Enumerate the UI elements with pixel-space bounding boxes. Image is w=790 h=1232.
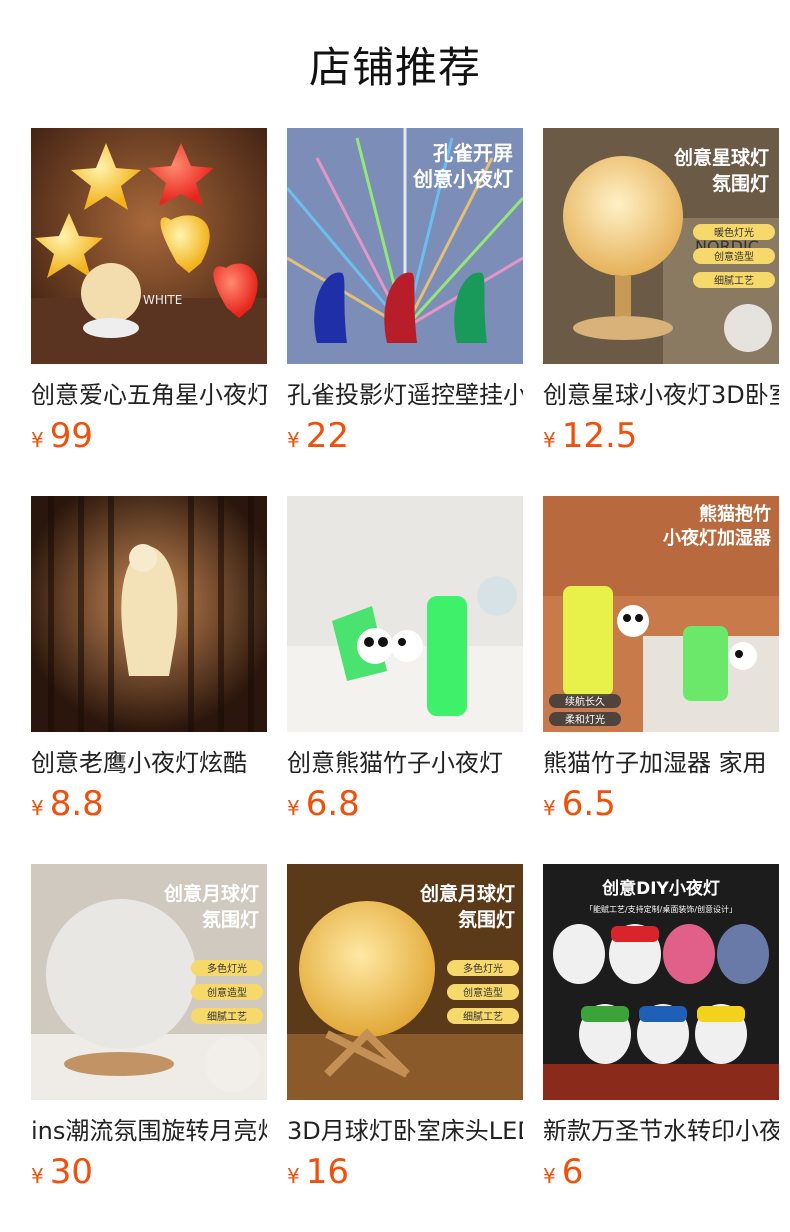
feature-tags: 暖色灯光 创意造型 细腻工艺: [693, 224, 775, 288]
product-name[interactable]: 熊猫竹子加湿器 家用: [543, 746, 779, 780]
product-price: ¥22: [287, 416, 523, 462]
product-image[interactable]: 创意星球灯 氛围灯 NORDIC 暖色灯光 创意造型 细腻工艺: [543, 128, 779, 364]
feature-tag: 细腻工艺: [463, 1010, 503, 1023]
product-price: ¥6: [543, 1152, 779, 1198]
product-price: ¥30: [31, 1152, 267, 1198]
currency-symbol: ¥: [31, 428, 44, 452]
product-grid: WHITE 创意爱心五角星小夜灯 ¥99 孔雀开屏 创意小夜灯 孔雀投影灯遥控壁…: [31, 128, 779, 1232]
feature-tag: 创意造型: [207, 986, 247, 999]
product-image[interactable]: 创意DIY小夜灯 「能赋工艺/支持定制/桌面装饰/创意设计」: [543, 864, 779, 1100]
feature-tag: 多色灯光: [207, 962, 247, 975]
product-card[interactable]: 创意星球灯 氛围灯 NORDIC 暖色灯光 创意造型 细腻工艺 创意星球小夜灯3…: [543, 128, 779, 496]
product-image[interactable]: 孔雀开屏 创意小夜灯: [287, 128, 523, 364]
price-value: 22: [305, 416, 349, 456]
image-headline: 创意月球灯: [419, 882, 515, 905]
price-value: 16: [305, 1152, 349, 1192]
product-card[interactable]: 创意月球灯 氛围灯 多色灯光 创意造型 细腻工艺 ins潮流氛围旋转月亮灯 ¥3…: [31, 864, 267, 1232]
product-price: ¥99: [31, 416, 267, 462]
feature-tags: 多色灯光 创意造型 细腻工艺: [191, 960, 263, 1024]
product-card[interactable]: 创意老鹰小夜灯炫酷 ¥8.8: [31, 496, 267, 864]
product-image[interactable]: WHITE: [31, 128, 267, 364]
price-value: 30: [49, 1152, 93, 1192]
image-subheadline: 小夜灯加湿器: [663, 527, 772, 549]
product-image[interactable]: [31, 496, 267, 732]
image-headline: 创意月球灯: [163, 882, 259, 905]
price-value: 99: [49, 416, 93, 456]
product-card[interactable]: WHITE 创意爱心五角星小夜灯 ¥99: [31, 128, 267, 496]
feature-tag: 创意造型: [714, 250, 754, 263]
currency-symbol: ¥: [287, 796, 300, 820]
product-price: ¥8.8: [31, 784, 267, 830]
feature-tag: 细腻工艺: [714, 274, 754, 287]
currency-symbol: ¥: [543, 428, 556, 452]
feature-tag: 柔和灯光: [565, 713, 605, 726]
packaging-text: WHITE: [143, 293, 182, 307]
image-subheadline: 氛围灯: [202, 908, 259, 931]
image-subheadline: 创意小夜灯: [412, 167, 513, 191]
product-name[interactable]: 孔雀投影灯遥控壁挂小夜灯: [287, 378, 523, 412]
product-image[interactable]: 熊猫抱竹 小夜灯加湿器 续航长久 柔和灯光: [543, 496, 779, 732]
product-price: ¥16: [287, 1152, 523, 1198]
currency-symbol: ¥: [287, 1164, 300, 1188]
currency-symbol: ¥: [31, 796, 44, 820]
product-name[interactable]: 创意老鹰小夜灯炫酷: [31, 746, 267, 780]
image-headline: 创意DIY小夜灯: [601, 878, 720, 899]
feature-tags: 多色灯光 创意造型 细腻工艺: [447, 960, 519, 1024]
product-card[interactable]: 熊猫抱竹 小夜灯加湿器 续航长久 柔和灯光 熊猫竹子加湿器 家用 ¥6.5: [543, 496, 779, 864]
product-card[interactable]: 孔雀开屏 创意小夜灯 孔雀投影灯遥控壁挂小夜灯 ¥22: [287, 128, 523, 496]
currency-symbol: ¥: [287, 428, 300, 452]
product-image[interactable]: 创意月球灯 氛围灯 多色灯光 创意造型 细腻工艺: [31, 864, 267, 1100]
feature-tag: 创意造型: [463, 986, 503, 999]
product-name[interactable]: 新款万圣节水转印小夜灯: [543, 1114, 779, 1148]
product-name[interactable]: 创意星球小夜灯3D卧室: [543, 378, 779, 412]
product-image[interactable]: [287, 496, 523, 732]
section-title: 店铺推荐: [308, 43, 481, 92]
price-value: 8.8: [49, 784, 104, 824]
product-image[interactable]: 创意月球灯 氛围灯 多色灯光 创意造型 细腻工艺: [287, 864, 523, 1100]
product-name[interactable]: ins潮流氛围旋转月亮灯: [31, 1114, 267, 1148]
product-price: ¥6.5: [543, 784, 779, 830]
product-name[interactable]: 创意爱心五角星小夜灯: [31, 378, 267, 412]
price-value: 6.8: [305, 784, 360, 824]
price-value: 6.5: [561, 784, 616, 824]
currency-symbol: ¥: [31, 1164, 44, 1188]
image-subheadline: 氛围灯: [712, 172, 769, 195]
image-headline: 孔雀开屏: [433, 141, 513, 165]
product-card[interactable]: 创意熊猫竹子小夜灯 ¥6.8: [287, 496, 523, 864]
product-name[interactable]: 创意熊猫竹子小夜灯: [287, 746, 523, 780]
feature-tag: 续航长久: [565, 695, 605, 708]
image-headline: 熊猫抱竹: [699, 503, 771, 525]
feature-tag: 细腻工艺: [207, 1010, 247, 1023]
product-price: ¥6.8: [287, 784, 523, 830]
currency-symbol: ¥: [543, 796, 556, 820]
image-subheadline: 氛围灯: [458, 908, 515, 931]
price-value: 12.5: [561, 416, 638, 456]
feature-tag: 多色灯光: [463, 962, 503, 975]
image-subheadline: 「能赋工艺/支持定制/桌面装饰/创意设计」: [585, 904, 737, 914]
currency-symbol: ¥: [543, 1164, 556, 1188]
product-card[interactable]: 创意DIY小夜灯 「能赋工艺/支持定制/桌面装饰/创意设计」 新款万圣节水转印小…: [543, 864, 779, 1232]
product-price: ¥12.5: [543, 416, 779, 462]
image-headline: 创意星球灯: [673, 146, 769, 169]
feature-tag: 暖色灯光: [714, 226, 754, 239]
price-value: 6: [561, 1152, 584, 1192]
product-card[interactable]: 创意月球灯 氛围灯 多色灯光 创意造型 细腻工艺 3D月球灯卧室床头LED ¥1…: [287, 864, 523, 1232]
product-name[interactable]: 3D月球灯卧室床头LED: [287, 1114, 523, 1148]
